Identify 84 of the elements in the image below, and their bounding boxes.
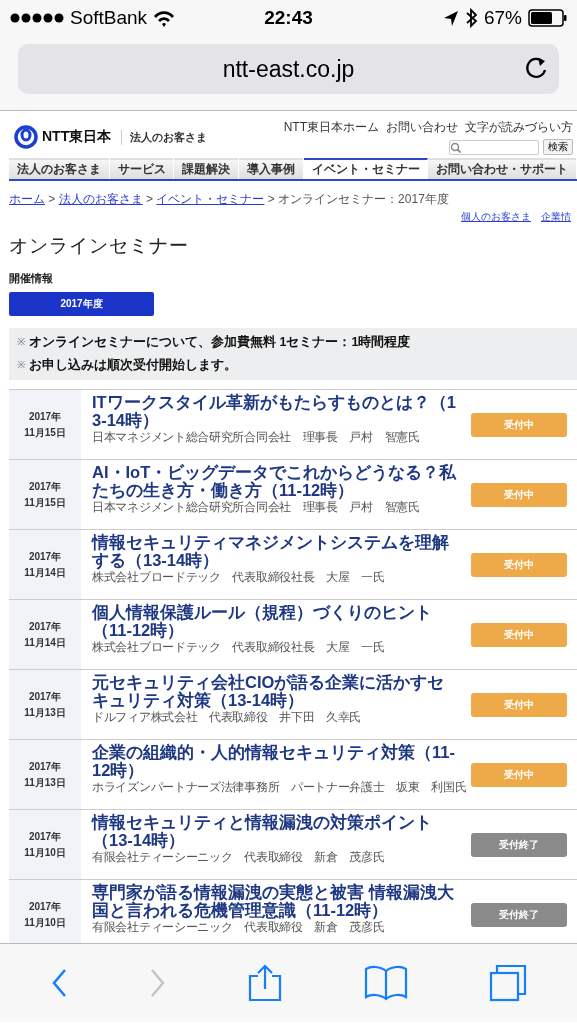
seminar-title[interactable]: 情報セキュリティと情報漏洩の対策ポイント（13-14時） bbox=[92, 813, 458, 849]
status-badge: 受付中 bbox=[471, 762, 567, 787]
status-badge: 受付中 bbox=[471, 692, 567, 717]
seminar-title[interactable]: 専門家が語る情報漏洩の実態と被害 情報漏洩大国と言われる危機管理意識（11-12時） bbox=[92, 883, 458, 919]
speaker-name: 有限会社ティーシーニック 代表取締役 新倉 茂彦氏 bbox=[92, 850, 385, 864]
date-day: 11月13日 bbox=[24, 704, 66, 721]
seminar-title[interactable]: 情報セキュリティマネジメントシステムを理解する（13-14時） bbox=[92, 533, 458, 569]
header-link[interactable]: お問い合わせ bbox=[386, 119, 458, 136]
status-badge: 受付中 bbox=[471, 622, 567, 647]
section-heading: 開催情報 bbox=[9, 271, 54, 286]
nav-tab[interactable]: 導入事例 bbox=[239, 158, 304, 179]
speaker-name: 日本マネジメント総合研究所合同会社 理事長 戸村 智憲氏 bbox=[92, 500, 420, 514]
speaker-name: 株式会社ブロードテック 代表取締役社長 大屋 一氏 bbox=[92, 570, 385, 584]
date-year: 2017年 bbox=[28, 549, 62, 564]
breadcrumb-link[interactable]: 法人のお客さま bbox=[58, 192, 143, 206]
date-day: 11月10日 bbox=[24, 844, 66, 861]
tabs-icon[interactable] bbox=[488, 964, 527, 1002]
speaker-name: ホライズンパートナーズ法律事務所 パートナー弁護士 坂東 利国氏 bbox=[92, 780, 467, 794]
speaker-name: 株式会社ブロードテック 代表取締役社長 大屋 一氏 bbox=[92, 640, 385, 654]
search-button[interactable]: 検索 bbox=[543, 139, 573, 155]
breadcrumb-separator: > bbox=[267, 192, 275, 206]
share-icon[interactable] bbox=[246, 964, 283, 1002]
date-year: 2017年 bbox=[28, 619, 62, 634]
page-title: オンラインセミナー bbox=[9, 234, 190, 258]
nav-tab[interactable]: お問い合わせ・サポート bbox=[428, 158, 577, 179]
back-icon[interactable] bbox=[50, 968, 68, 998]
date-year: 2017年 bbox=[28, 689, 62, 704]
date-day: 11月15日 bbox=[24, 424, 66, 441]
bookmarks-icon[interactable] bbox=[363, 965, 408, 1001]
seminar-title[interactable]: 元セキュリティ会社CIOが語る企業に活かすセキュリティ対策（13-14時） bbox=[92, 673, 458, 709]
status-badge: 受付終了 bbox=[471, 832, 567, 857]
speaker-name: 日本マネジメント総合研究所合同会社 理事長 戸村 智憲氏 bbox=[92, 430, 420, 444]
search-field[interactable] bbox=[449, 139, 539, 155]
seminar-title[interactable]: 企業の組織的・人的情報セキュリティ対策（11-12時） bbox=[92, 743, 458, 779]
date-day: 11月14日 bbox=[24, 564, 66, 581]
seminar-title[interactable]: AI・IoT・ビッグデータでこれからどうなる？私たちの生き方・働き方（11-12時） bbox=[92, 463, 458, 499]
breadcrumb-link[interactable]: イベント・セミナー bbox=[156, 192, 265, 206]
side-link[interactable]: 企業情 bbox=[541, 210, 571, 224]
notice-text: オンラインセミナーについて、参加費無料 1セミナー：1時間程度 bbox=[29, 334, 411, 351]
section-name: 法人のお客さま bbox=[121, 129, 208, 145]
seminar-title[interactable]: 個人情報保護ルール（規程）づくりのヒント（11-12時） bbox=[92, 603, 458, 639]
date-year: 2017年 bbox=[28, 899, 62, 914]
reload-icon bbox=[525, 57, 547, 81]
location-arrow-icon bbox=[443, 9, 459, 27]
nav-tab[interactable]: 法人のお客さま bbox=[9, 158, 110, 179]
date-year: 2017年 bbox=[28, 759, 62, 774]
date-day: 11月10日 bbox=[24, 914, 66, 931]
note-mark: ※ bbox=[17, 335, 25, 349]
status-badge: 受付終了 bbox=[471, 902, 567, 927]
status-badge: 受付中 bbox=[471, 412, 567, 437]
notice-text: お申し込みは順次受付開始します。 bbox=[29, 357, 237, 374]
address-field[interactable]: ntt-east.co.jp bbox=[18, 44, 559, 94]
carrier-name: SoftBank bbox=[70, 7, 148, 29]
clock-time: 22:43 bbox=[264, 7, 313, 29]
breadcrumb-separator: > bbox=[146, 192, 154, 206]
note-mark: ※ bbox=[17, 358, 25, 372]
status-badge: 受付中 bbox=[471, 552, 567, 577]
speaker-name: ドルフィア株式会社 代表取締役 井下田 久幸氏 bbox=[92, 710, 362, 724]
bluetooth-icon bbox=[465, 8, 478, 28]
date-day: 11月14日 bbox=[24, 634, 66, 651]
seminar-title[interactable]: ITワークスタイル革新がもたらすものとは？（13-14時） bbox=[92, 393, 458, 429]
year-button[interactable]: 2017年度 bbox=[9, 292, 154, 316]
breadcrumb-link[interactable]: ホーム bbox=[9, 192, 45, 206]
search-icon bbox=[450, 141, 461, 153]
date-year: 2017年 bbox=[28, 479, 62, 494]
header-link[interactable]: NTT東日本ホーム bbox=[283, 119, 379, 136]
nav-tab[interactable]: サービス bbox=[109, 158, 175, 179]
brand-name[interactable]: NTT東日本 bbox=[42, 128, 112, 146]
date-day: 11月15日 bbox=[24, 494, 66, 511]
date-day: 11月13日 bbox=[24, 774, 66, 791]
breadcrumb-current: オンラインセミナー：2017年度 bbox=[278, 192, 449, 206]
breadcrumb-separator: > bbox=[48, 192, 56, 206]
header-link[interactable]: 文字が読みづらい方 bbox=[465, 119, 573, 136]
battery-percent: 67% bbox=[484, 7, 522, 29]
logo-icon bbox=[14, 125, 38, 149]
speaker-name: 有限会社ティーシーニック 代表取締役 新倉 茂彦氏 bbox=[92, 920, 385, 934]
nav-tab[interactable]: 課題解決 bbox=[174, 158, 239, 179]
date-year: 2017年 bbox=[28, 829, 62, 844]
side-link[interactable]: 個人のお客さま bbox=[461, 210, 531, 224]
battery-icon bbox=[528, 9, 567, 27]
signal-icon bbox=[10, 12, 64, 24]
status-badge: 受付中 bbox=[471, 482, 567, 507]
wifi-icon bbox=[153, 9, 176, 27]
date-year: 2017年 bbox=[28, 409, 62, 424]
